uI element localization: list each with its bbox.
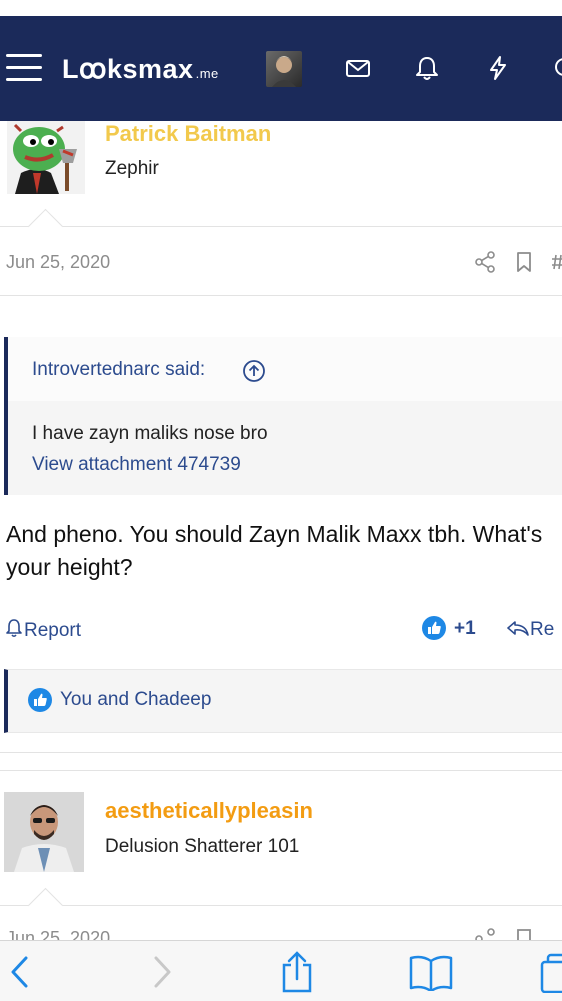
post-author-title: Delusion Shatterer 101 — [105, 836, 300, 857]
forward-icon[interactable] — [150, 955, 174, 994]
reply-button[interactable]: Re — [506, 618, 554, 641]
post-divider — [0, 226, 562, 227]
post-divider — [0, 770, 562, 771]
quote-header[interactable]: Introvertednarc said: — [8, 337, 562, 401]
post-divider — [0, 295, 562, 296]
status-bar-gap — [0, 0, 562, 16]
reactions-text[interactable]: You and Chadeep — [60, 689, 211, 711]
post-body-text: And pheno. You should Zayn Malik Maxx tb… — [6, 521, 543, 580]
bell-icon — [6, 619, 22, 638]
share-icon[interactable] — [474, 251, 496, 278]
like-count[interactable]: +1 — [454, 618, 476, 640]
post-divider — [0, 752, 562, 753]
post-author-name[interactable]: Patrick Baitman — [105, 121, 271, 147]
quote-author[interactable]: Introvertednarc said: — [32, 359, 205, 381]
lightning-icon[interactable] — [484, 54, 514, 84]
like-icon[interactable] — [422, 616, 446, 640]
post-divider — [0, 905, 562, 906]
back-icon[interactable] — [8, 955, 32, 994]
user-avatar[interactable] — [266, 51, 302, 87]
bookmark-icon[interactable] — [514, 251, 534, 278]
bookmarks-icon[interactable] — [408, 955, 454, 996]
logo-suffix: .me — [195, 66, 219, 81]
site-header: Lꝏksmax .me — [0, 16, 562, 121]
reply-label: Re — [530, 619, 555, 640]
post-author-name[interactable]: aestheticallypleasin — [105, 798, 313, 824]
like-icon — [28, 688, 52, 712]
share-icon[interactable] — [281, 951, 313, 998]
post-date[interactable]: Jun 25, 2020 — [6, 252, 110, 273]
site-logo[interactable]: Lꝏksmax .me — [62, 54, 219, 85]
quote-block: Introvertednarc said: I have zayn maliks… — [4, 337, 562, 495]
hamburger-icon[interactable] — [6, 54, 42, 82]
avatar-arrow — [27, 887, 64, 924]
browser-toolbar — [0, 940, 562, 1001]
quote-text: I have zayn maliks nose bro — [32, 423, 268, 444]
post-author-avatar[interactable] — [4, 792, 84, 872]
avatar-arrow — [27, 208, 64, 245]
report-label: Report — [24, 620, 82, 641]
search-icon[interactable] — [552, 54, 562, 84]
post-author-avatar[interactable] — [7, 121, 85, 194]
reactions-bar[interactable]: You and Chadeep — [4, 669, 562, 733]
mail-icon[interactable] — [344, 54, 374, 84]
post-author-title: Zephir — [105, 158, 159, 179]
tabs-icon[interactable] — [540, 953, 562, 998]
attachment-link[interactable]: View attachment 474739 — [32, 454, 241, 476]
reply-icon — [507, 621, 529, 636]
permalink-icon[interactable] — [552, 251, 562, 278]
arrow-up-circle-icon[interactable] — [242, 359, 266, 388]
report-button[interactable]: Report — [4, 618, 81, 642]
logo-text: Lꝏksmax — [62, 54, 194, 84]
bell-icon[interactable] — [413, 54, 443, 84]
